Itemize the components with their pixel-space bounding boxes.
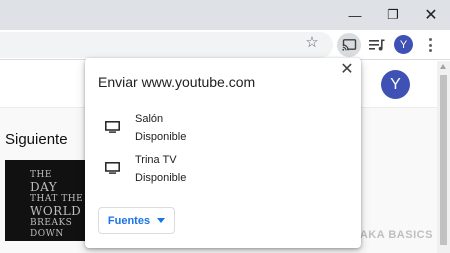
media-controls-button[interactable] xyxy=(367,36,387,54)
chevron-down-icon xyxy=(157,218,166,223)
star-icon[interactable]: ☆ xyxy=(304,35,320,51)
sources-dropdown-button[interactable]: Fuentes xyxy=(98,207,175,234)
sink-status: Disponible xyxy=(135,172,187,184)
dialog-title: Enviar www.youtube.com xyxy=(98,74,256,90)
video-thumbnail[interactable]: THE DAY THAT THE WORLD BREAKS DOWN xyxy=(5,160,85,241)
next-section-title: Siguiente xyxy=(5,131,68,148)
scroll-up-arrow[interactable] xyxy=(440,64,446,69)
sink-name: Trina TV xyxy=(135,154,177,166)
cast-sink-item[interactable]: Salón Disponible xyxy=(85,111,361,149)
monitor-icon xyxy=(105,121,120,133)
browser-toolbar: ☆ Y xyxy=(0,30,450,60)
three-dots-icon[interactable] xyxy=(423,36,437,54)
close-window-button[interactable]: ✕ xyxy=(412,0,450,30)
close-icon[interactable]: ✕ xyxy=(339,62,355,78)
sink-status: Disponible xyxy=(135,131,187,143)
title-bar: — ❐ ✕ xyxy=(0,0,450,30)
cast-sink-item[interactable]: Trina TV Disponible xyxy=(85,152,361,190)
minimize-button[interactable]: — xyxy=(336,0,374,30)
address-bar[interactable] xyxy=(0,32,333,58)
cast-button[interactable] xyxy=(337,33,361,57)
page-scrollbar[interactable] xyxy=(437,61,450,253)
restore-button[interactable]: ❐ xyxy=(374,0,412,30)
youtube-avatar[interactable]: Y xyxy=(381,70,410,99)
cast-icon xyxy=(341,39,356,51)
monitor-icon xyxy=(105,162,120,174)
profile-avatar[interactable]: Y xyxy=(394,35,413,54)
thumbnail-text: THE DAY THAT THE WORLD BREAKS DOWN xyxy=(30,170,84,239)
scroll-thumb[interactable] xyxy=(440,75,447,245)
sink-name: Salón xyxy=(135,113,164,125)
cast-dialog: Enviar www.youtube.com ✕ Salón Disponibl… xyxy=(85,58,361,248)
media-playlist-icon xyxy=(369,39,385,51)
sources-label: Fuentes xyxy=(107,214,151,227)
